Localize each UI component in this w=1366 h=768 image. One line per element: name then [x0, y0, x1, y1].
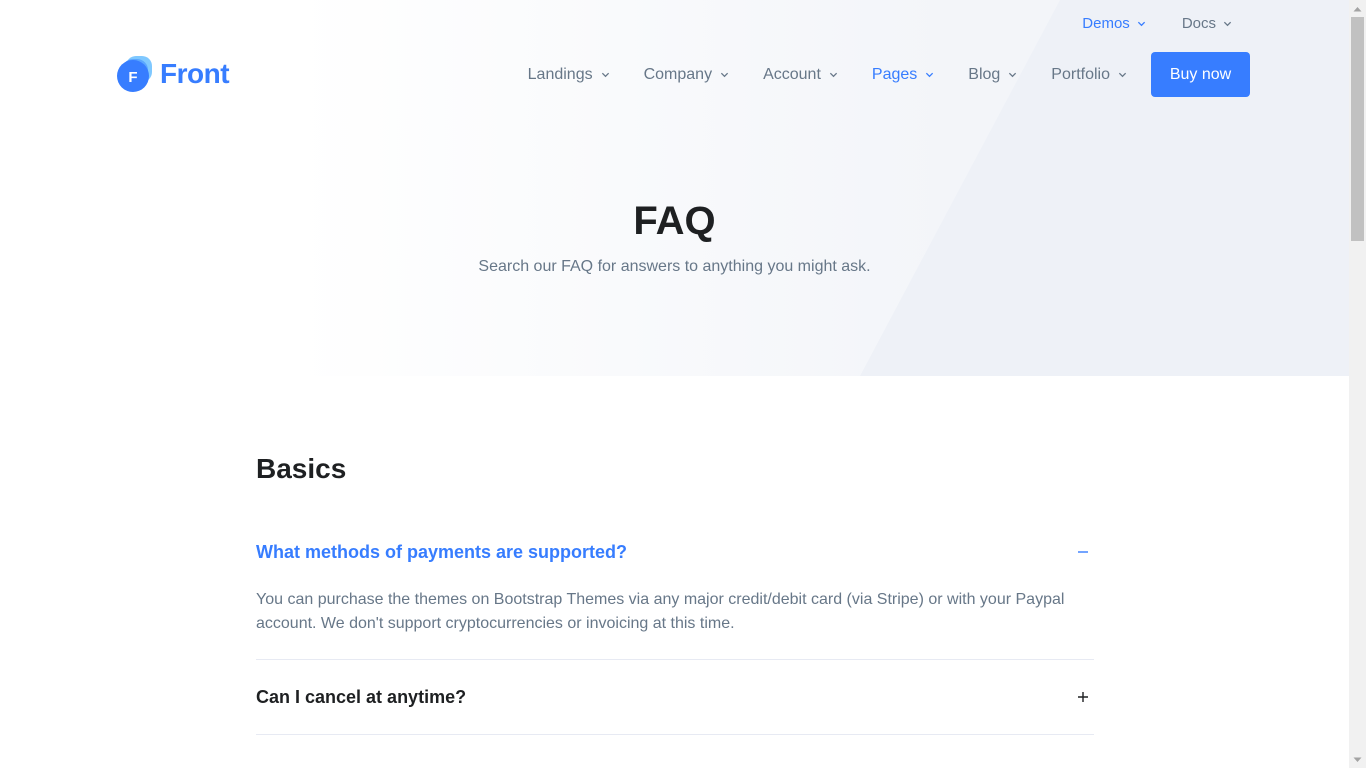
nav-item-account[interactable]: Account: [746, 52, 855, 97]
faq-question: What methods of payments are supported?: [256, 541, 628, 562]
faq-accordion: What methods of payments are supported? …: [256, 526, 1094, 735]
chevron-down-icon: [720, 72, 729, 78]
chevron-down-icon: [1137, 21, 1145, 27]
nav-item-portfolio[interactable]: Portfolio: [1034, 52, 1144, 97]
buy-now-button[interactable]: Buy now: [1151, 52, 1250, 97]
nav-item-label: Landings: [527, 65, 593, 83]
nav-item-label: Portfolio: [1051, 65, 1110, 83]
chevron-down-icon: [601, 72, 609, 78]
chevron-down-icon: [926, 72, 934, 78]
faq-answer: You can purchase the themes on Bootstrap…: [256, 591, 1065, 632]
plus-icon[interactable]: [1076, 690, 1090, 704]
nav-item-landings[interactable]: Landings: [511, 52, 627, 97]
logo-icon: F: [117, 56, 152, 92]
nav-item-label: Blog: [968, 65, 1001, 83]
nav-item-blog[interactable]: Blog: [951, 52, 1034, 97]
topbar-demos[interactable]: Demos: [1082, 15, 1146, 32]
topbar-docs-label: Docs: [1181, 15, 1216, 32]
faq-item: What methods of payments are supported? …: [256, 526, 1094, 660]
page-title: FAQ: [633, 199, 716, 243]
main-nav: Landings Company Account Pages Blog Port…: [511, 52, 1250, 97]
scroll-up-arrow-icon[interactable]: [1349, 0, 1366, 17]
chevron-down-icon: [1118, 72, 1127, 78]
scroll-down-arrow-icon[interactable]: [1349, 751, 1366, 768]
faq-question: Can I cancel at anytime?: [256, 686, 467, 707]
page-subtitle: Search our FAQ for answers to anything y…: [478, 258, 871, 275]
logo-text: Front: [160, 58, 230, 89]
section-title-basics: Basics: [256, 453, 347, 484]
chevron-down-icon: [1009, 72, 1017, 78]
page-scrollbar[interactable]: [1349, 0, 1366, 768]
topbar-docs[interactable]: Docs: [1182, 15, 1232, 32]
logo-badge: F: [128, 69, 137, 86]
nav-item-label: Account: [763, 65, 821, 83]
nav-item-label: Pages: [871, 65, 918, 83]
logo[interactable]: F Front: [116, 55, 230, 93]
nav-item-label: Company: [643, 65, 713, 83]
faq-question-toggle[interactable]: Can I cancel at anytime?: [256, 660, 1094, 734]
faq-question-toggle[interactable]: What methods of payments are supported?: [256, 526, 1094, 578]
chevron-down-icon: [1223, 21, 1232, 27]
chevron-down-icon: [829, 72, 837, 78]
nav-item-company[interactable]: Company: [627, 52, 746, 97]
nav-item-pages[interactable]: Pages: [855, 52, 951, 97]
topbar-demos-label: Demos: [1082, 15, 1130, 32]
minus-icon[interactable]: [1076, 545, 1090, 559]
topbar: Demos Docs: [1082, 15, 1232, 32]
scrollbar-thumb[interactable]: [1351, 17, 1364, 241]
faq-item: Can I cancel at anytime?: [256, 660, 1094, 735]
